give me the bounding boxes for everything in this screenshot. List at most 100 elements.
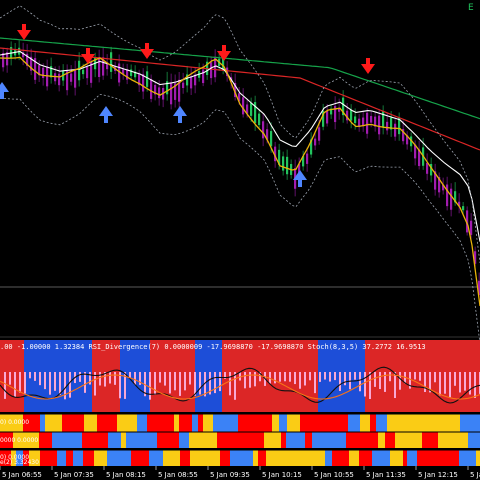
rsi-histogram-bar [374,372,376,387]
signal-bar-segment [149,450,163,466]
rsi-histogram-bar [304,372,306,386]
time-label: 5 Jan 08:15 [106,471,146,479]
signal-bar-segment [107,450,112,466]
signal-bar-segment [69,414,84,432]
signal-bar-segment [286,432,294,448]
rsi-histogram-bar [179,372,181,396]
signal-bar-segment [147,414,160,432]
time-axis: 5 Jan 06:55 5 Jan 07:35 5 Jan 08:15 5 Jan 0… [0,466,480,480]
rsi-histogram-bar [39,372,41,386]
signal-bar-segment [325,450,332,466]
signal-bar-segment [374,432,378,448]
signal-bar-segment [131,450,136,466]
signal-bar-segment [273,450,283,466]
signal-bar-segment [94,450,107,466]
rsi-histogram-bar [364,372,366,397]
rsi-histogram-bar [284,372,286,382]
time-label: 5 Jan 10:15 [262,471,302,479]
signal-bar-segment [376,450,390,466]
signal-bar-segment [455,432,468,448]
signal-bar-segment [346,432,353,448]
signal-bar-segment [403,450,407,466]
signal-bar-segment [254,432,264,448]
signal-bar-segment [324,414,339,432]
signal-bar-segment [66,450,73,466]
signal-bar-segment [412,432,422,448]
rsi-histogram-bar [369,372,371,399]
signal-bar-segment [117,414,122,432]
rsi-histogram-bar [59,372,61,395]
rsi-histogram-bar [344,372,346,386]
price-chart-canvas[interactable]: E .00 -1.00000 1.32384 RSI_Divergence(7)… [0,0,480,480]
rsi-histogram-bar [219,372,221,392]
signal-bar-segment [376,414,387,432]
rsi-histogram-bar [174,372,176,391]
rsi-histogram-bar [454,372,456,386]
rsi-histogram-bar [309,372,311,381]
rsi-histogram-bar [449,372,451,398]
rsi-histogram-bar [299,372,301,389]
signal-bar-segment [438,432,451,448]
rsi-histogram-bar [164,372,166,386]
signal-bar-segment [220,450,230,466]
signal-bar-segment [446,450,459,466]
signal-bar-segment [83,450,94,466]
time-label: 5 Jan 11:35 [366,471,406,479]
signal-bar-segment [459,450,476,466]
signal-bar-segment [468,432,480,448]
rsi-histogram-bar [319,372,321,382]
signal-bar-segment [359,450,372,466]
rsi-histogram-bar [469,372,471,395]
signal-bar-segment [82,432,93,448]
rsi-histogram-bar [14,372,16,398]
rsi-histogram-bar [394,372,396,399]
rsi-histogram-bar [114,372,116,385]
rsi-divergence-panel[interactable]: .00 -1.00000 1.32384 RSI_Divergence(7) 0… [0,340,480,412]
signal-bar-segment [312,432,326,448]
rsi-histogram-bar [459,372,461,393]
rsi-histogram-bar [279,372,281,382]
time-label: 5 Jan 07:35 [54,471,94,479]
rsi-histogram-bar [29,372,31,379]
signal-bar-value: 0) 0.0000 [0,419,29,426]
signal-bar-segment [310,450,325,466]
rsi-histogram-bar [329,372,331,382]
signal-bar-segment [339,414,348,432]
rsi-histogram-bar [334,372,336,381]
rsi-histogram-bar [289,372,291,382]
signal-bar-segment [112,450,127,466]
signal-bar-segment [62,414,69,432]
signal-bar-segment [211,450,220,466]
rsi-histogram-bar [184,372,186,391]
signal-bar-segment [213,432,217,448]
signal-bar-segment [52,432,67,448]
rsi-histogram-bar [379,372,381,390]
rsi-histogram-bar [109,372,111,384]
signal-bar-segment [295,450,310,466]
rsi-histogram-bar [49,372,51,395]
signal-bar-segment [476,414,480,432]
signal-bar-segment [476,450,480,466]
signal-bar-value: e(2) 3.32430 [0,459,39,466]
signal-bar-segment [326,432,333,448]
signal-bar-segment [163,450,180,466]
signal-bar-segment [157,432,169,448]
signal-bar-segment [203,414,213,432]
signal-bar-segment [413,450,417,466]
signal-bar-segment [57,450,66,466]
rsi-histogram-bar [339,372,341,391]
rsi-histogram-bar [354,372,356,380]
signal-bar-segment [395,432,405,448]
rsi-histogram-bar [194,372,196,396]
signal-bar-segment [370,414,376,432]
signal-bar-segment [199,432,213,448]
rsi-histogram-bar [199,372,201,395]
rsi-histogram-bar [214,372,216,394]
rsi-histogram-bar [399,372,401,390]
signal-bar-value: 0000 0.0000 [0,437,38,444]
rsi-histogram-bar [234,372,236,400]
signal-bar-segment [422,414,429,432]
rsi-histogram-bar [414,372,416,380]
rsi-histogram-bar [314,372,316,394]
signal-bar-segment [121,432,126,448]
